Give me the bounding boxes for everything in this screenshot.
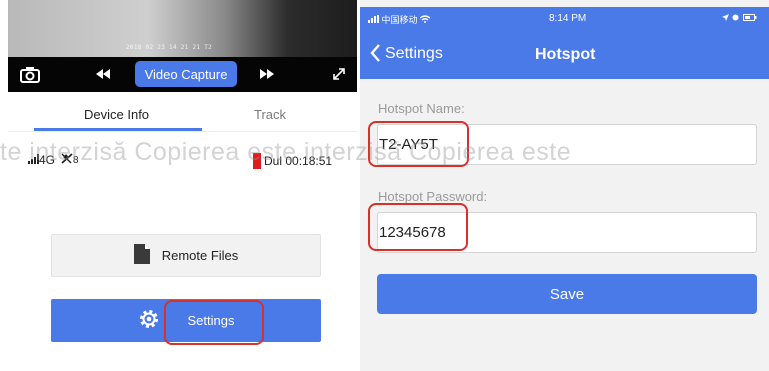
device-panel: 2018 02 23 14 21 21 T2 Video Capture Dev… — [0, 0, 357, 371]
status-bar-time: 8:14 PM — [549, 13, 587, 24]
tab-divider — [8, 131, 357, 132]
carrier-name: 中国移动 — [381, 15, 418, 25]
cellular-signal-icon — [368, 15, 382, 25]
save-button[interactable]: Save — [377, 274, 757, 314]
location-arrow-icon — [721, 13, 733, 23]
settings-highlight — [164, 300, 264, 345]
status-bar-carrier: 中国移动 — [368, 13, 431, 26]
navigation-bar: 中国移动 8:14 PM Settings Hotspot — [360, 7, 769, 79]
hotspot-name-label: Hotspot Name: — [378, 101, 465, 116]
expand-icon[interactable] — [328, 64, 350, 84]
hotspot-password-label: Hotspot Password: — [378, 189, 488, 204]
recording-duration: Dul 00:18:51 — [264, 154, 333, 168]
gear-icon — [138, 308, 160, 333]
battery-icon — [253, 153, 261, 169]
rewind-icon[interactable] — [92, 65, 114, 83]
page-title: Hotspot — [535, 46, 596, 63]
alarm-icon — [732, 13, 743, 23]
video-controls-bar: Video Capture — [8, 57, 357, 92]
signal-bars-icon — [28, 153, 39, 167]
status-bar-icons — [721, 13, 757, 23]
back-label: Settings — [385, 44, 443, 62]
network-type: 4G — [39, 153, 56, 167]
remote-files-label: Remote Files — [161, 248, 239, 263]
video-capture-button[interactable]: Video Capture — [135, 61, 237, 87]
hotspot-name-highlight — [368, 121, 469, 167]
file-icon — [133, 244, 150, 267]
hotspot-screen: 中国移动 8:14 PM Settings Hotspot Hotspot Na… — [360, 0, 769, 371]
fast-forward-icon[interactable] — [256, 65, 278, 83]
recording-status: Dul 00:18:51 — [253, 153, 332, 169]
gps-count: 8 — [73, 154, 79, 166]
chevron-left-icon — [370, 44, 381, 63]
wifi-icon — [419, 15, 431, 25]
camera-icon[interactable] — [18, 63, 42, 85]
battery-status-icon — [743, 13, 757, 23]
hotspot-password-highlight — [368, 203, 468, 251]
signal-status: 4G 8 — [28, 153, 79, 167]
tab-track[interactable]: Track — [254, 107, 286, 122]
video-preview[interactable]: 2018 02 23 14 21 21 T2 — [8, 0, 357, 57]
satellite-icon — [61, 153, 73, 167]
tab-device-info[interactable]: Device Info — [84, 107, 149, 122]
back-button[interactable]: Settings — [370, 44, 443, 63]
remote-files-button[interactable]: Remote Files — [51, 234, 321, 277]
video-timestamp: 2018 02 23 14 21 21 T2 — [126, 44, 213, 51]
